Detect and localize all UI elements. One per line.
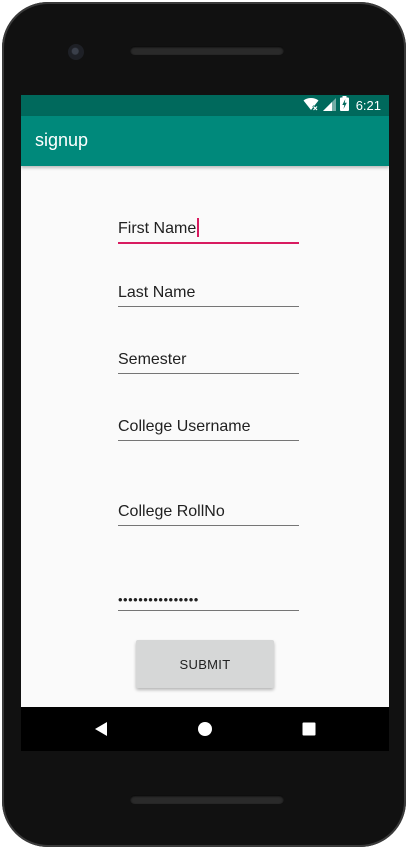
- front-camera: [68, 44, 84, 60]
- status-bar: 6:21: [21, 95, 389, 116]
- first-name-text: First Name: [118, 218, 200, 238]
- submit-button[interactable]: SUBMIT: [136, 640, 274, 688]
- top-speaker: [130, 46, 284, 55]
- first-name-field[interactable]: First Name: [118, 212, 299, 244]
- password-text: ••••••••••••••••: [118, 592, 199, 607]
- last-name-text: Last Name: [118, 284, 196, 301]
- app-title: signup: [35, 130, 89, 150]
- home-icon[interactable]: [195, 719, 215, 739]
- college-rollno-text: College RollNo: [118, 503, 225, 520]
- signal-icon: [322, 96, 336, 115]
- recents-icon[interactable]: [299, 719, 319, 739]
- battery-charging-icon: [339, 96, 349, 115]
- semester-text: Semester: [118, 351, 187, 368]
- last-name-field[interactable]: Last Name: [118, 276, 299, 307]
- bottom-speaker: [130, 795, 284, 804]
- college-rollno-field[interactable]: College RollNo: [118, 495, 299, 526]
- college-username-text: College Username: [118, 418, 251, 435]
- app-bar: signup: [21, 116, 389, 166]
- college-username-field[interactable]: College Username: [118, 410, 299, 441]
- navigation-bar: [21, 707, 389, 751]
- wifi-off-icon: [303, 96, 319, 115]
- app-screen: 6:21 signup First Name Last Name Semeste…: [21, 95, 389, 745]
- back-icon[interactable]: [91, 719, 111, 739]
- semester-field[interactable]: Semester: [118, 343, 299, 374]
- text-cursor: [197, 218, 200, 237]
- status-icons: 6:21: [303, 96, 381, 115]
- status-time: 6:21: [355, 98, 381, 113]
- page: 6:21 signup First Name Last Name Semeste…: [0, 0, 408, 849]
- password-field[interactable]: ••••••••••••••••: [118, 580, 299, 611]
